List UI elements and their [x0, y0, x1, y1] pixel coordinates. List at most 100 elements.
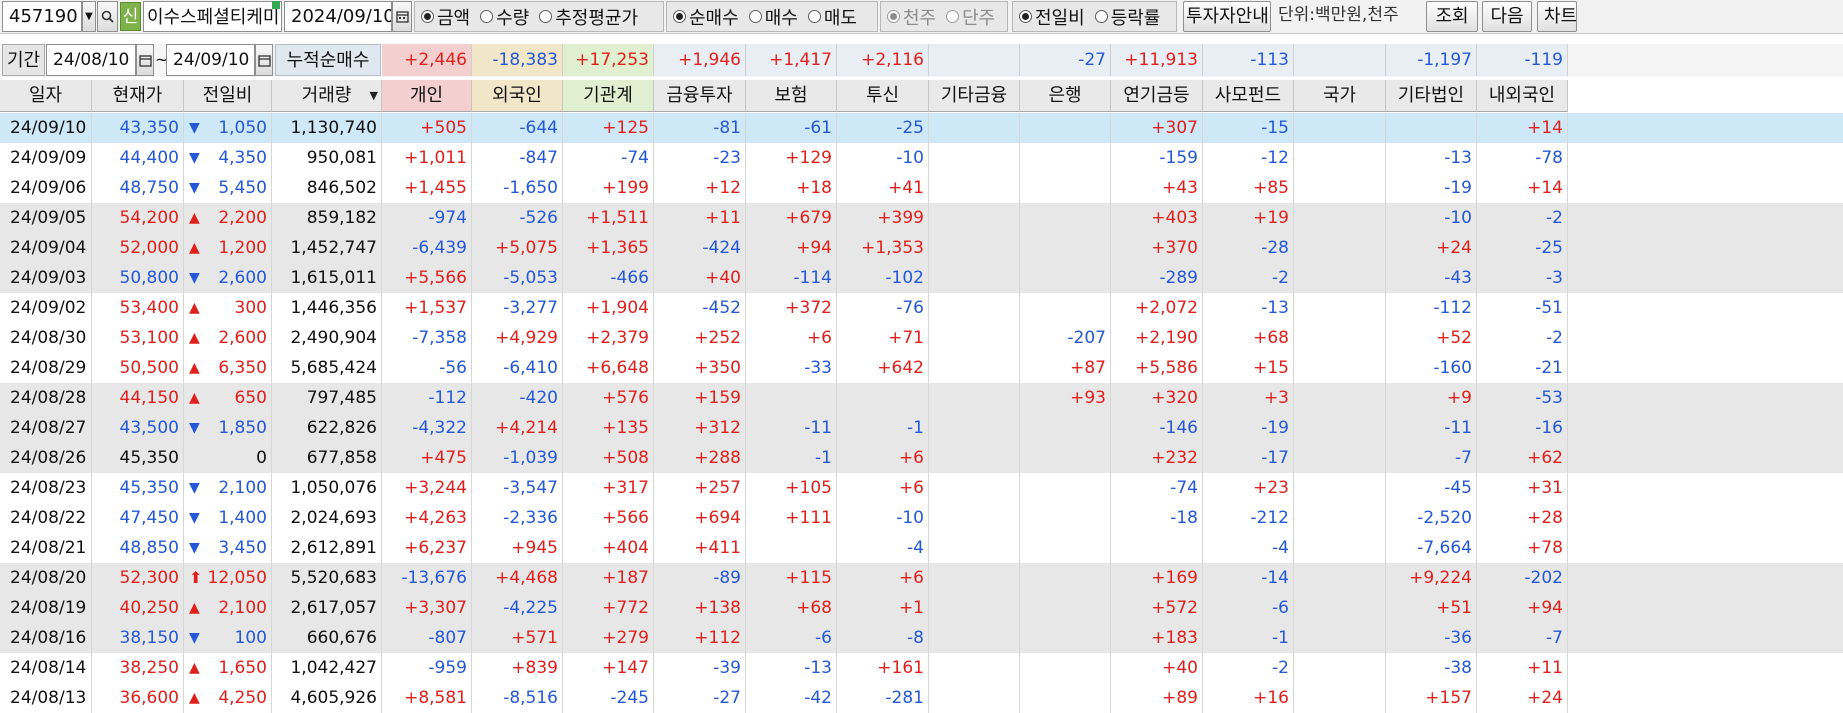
cell-bank	[1020, 113, 1111, 143]
radio-buy[interactable]: 매수	[748, 4, 798, 30]
header-foreign[interactable]: 외국인	[472, 80, 563, 112]
cell-other-finance	[929, 473, 1020, 503]
change-value: 2,100	[218, 478, 267, 498]
radio-sell[interactable]: 매도	[807, 4, 857, 30]
table-row[interactable]: 24/09/09 44,400 ▼ 4,350 950,081 +1,011 -847 -74…	[0, 143, 1843, 173]
date-picker-button[interactable]	[392, 1, 412, 32]
header-other-corporation[interactable]: 기타법인	[1386, 80, 1477, 112]
stock-code-input[interactable]: 457190	[2, 1, 82, 32]
cell-government	[1294, 323, 1386, 353]
cell-government	[1294, 413, 1386, 443]
table-row[interactable]: 24/08/16 38,150 ▼ 100 660,676 -807 +571 +279 +11…	[0, 623, 1843, 653]
table-row[interactable]: 24/08/29 50,500 ▲ 6,350 5,685,424 -56 -6,410 +6…	[0, 353, 1843, 383]
search-button[interactable]	[97, 1, 118, 32]
date-input[interactable]: 2024/09/10	[284, 1, 392, 32]
table-row[interactable]: 24/08/30 53,100 ▲ 2,600 2,490,904 -7,358 +4,92…	[0, 323, 1843, 353]
period-start-input[interactable]: 24/08/10	[46, 44, 136, 76]
table-row[interactable]: 24/09/05 54,200 ▲ 2,200 859,182 -974 -526 +1,51…	[0, 203, 1843, 233]
header-date[interactable]: 일자	[0, 80, 92, 112]
header-label: 은행	[1048, 85, 1082, 106]
table-row[interactable]: 24/09/06 48,750 ▼ 5,450 846,502 +1,455 -1,650 +…	[0, 173, 1843, 203]
cell-bank	[1020, 203, 1111, 233]
cell-bank	[1020, 233, 1111, 263]
table-row[interactable]: 24/09/10 43,350 ▼ 1,050 1,130,740 +505 -644 +12…	[0, 113, 1843, 143]
cell-date: 24/08/16	[0, 623, 92, 653]
radio-quantity[interactable]: 수량	[480, 4, 529, 30]
cell-domestic-foreigner: -3	[1477, 263, 1568, 293]
cell-bank	[1020, 443, 1111, 473]
cell-investment-trust: -102	[837, 263, 929, 293]
cell-price: 53,400	[92, 293, 184, 323]
period-end-calendar-button[interactable]	[255, 44, 273, 76]
header-volume[interactable]: 거래량 ▼	[272, 80, 382, 112]
cell-insurance: +105	[746, 473, 837, 503]
cell-volume: 1,446,356	[272, 293, 382, 323]
change-value: 5,450	[218, 178, 267, 198]
triangle-down-icon: ▼	[189, 420, 200, 436]
table-row[interactable]: 24/08/22 47,450 ▼ 1,400 2,024,693 +4,263 -2,33…	[0, 503, 1843, 533]
table-row[interactable]: 24/08/23 45,350 ▼ 2,100 1,050,076 +3,244 -3,54…	[0, 473, 1843, 503]
sort-dropdown-icon[interactable]: ▼	[370, 80, 378, 112]
period-end-input[interactable]: 24/09/10	[166, 44, 255, 76]
radio-net-buy[interactable]: 순매수	[673, 4, 739, 30]
header-government[interactable]: 국가	[1294, 80, 1386, 112]
header-personal[interactable]: 개인	[382, 80, 472, 112]
period-start-calendar-button[interactable]	[136, 44, 154, 76]
next-button[interactable]: 다음	[1482, 1, 1532, 32]
cell-private-equity: -13	[1203, 293, 1294, 323]
cell-volume: 622,826	[272, 413, 382, 443]
header-domestic-foreigner[interactable]: 내외국인	[1477, 80, 1568, 112]
header-financial-investment[interactable]: 금융투자	[654, 80, 746, 112]
radio-single-shares[interactable]: 단주	[946, 4, 995, 30]
cell-domestic-foreigner: +14	[1477, 173, 1568, 203]
query-button[interactable]: 조회	[1426, 1, 1478, 32]
header-label: 기관계	[583, 85, 633, 106]
table-row[interactable]: 24/08/14 38,250 ▲ 1,650 1,042,427 -959 +839 +14…	[0, 653, 1843, 683]
cell-other-finance	[929, 623, 1020, 653]
table-row[interactable]: 24/08/19 40,250 ▲ 2,100 2,617,057 +3,307 -4,22…	[0, 593, 1843, 623]
cell-government	[1294, 113, 1386, 143]
table-row[interactable]: 24/08/27 43,500 ▼ 1,850 622,826 -4,322 +4,214 +…	[0, 413, 1843, 443]
table-row[interactable]: 24/09/02 53,400 ▲ 300 1,446,356 +1,537 -3,277 +…	[0, 293, 1843, 323]
radio-amount[interactable]: 금액	[421, 4, 470, 30]
top-toolbar: 457190 ▼ 신 이수스페셜티케미 2024/09/10 금액 수량 추정평…	[0, 0, 1843, 34]
header-insurance[interactable]: 보험	[746, 80, 837, 112]
period-label: 기간	[2, 44, 45, 76]
cumulative-total-bank: -27	[1020, 44, 1111, 76]
cell-government	[1294, 293, 1386, 323]
chart-button[interactable]: 차트	[1537, 1, 1577, 32]
radio-change-rate[interactable]: 등락률	[1094, 4, 1160, 30]
header-institution[interactable]: 기관계	[563, 80, 654, 112]
header-pension[interactable]: 연기금등	[1111, 80, 1203, 112]
investor-guide-button[interactable]: 투자자안내	[1183, 1, 1271, 32]
table-row[interactable]: 24/08/26 45,350 0 677,858 +475 -1,039 +508 +288…	[0, 443, 1843, 473]
table-row[interactable]: 24/08/20 52,300 ⬆ 12,050 5,520,683 -13,676 +4,…	[0, 563, 1843, 593]
cell-insurance: +6	[746, 323, 837, 353]
header-investment-trust[interactable]: 투신	[837, 80, 929, 112]
cell-institution: +772	[563, 593, 654, 623]
triangle-up-icon: ▲	[189, 390, 200, 406]
radio-thousand-shares[interactable]: 천주	[887, 4, 936, 30]
header-price[interactable]: 현재가	[92, 80, 184, 112]
table-row[interactable]: 24/09/04 52,000 ▲ 1,200 1,452,747 -6,439 +5,07…	[0, 233, 1843, 263]
header-other-finance[interactable]: 기타금융	[929, 80, 1020, 112]
table-row[interactable]: 24/09/03 50,800 ▼ 2,600 1,615,011 +5,566 -5,05…	[0, 263, 1843, 293]
cell-bank: +93	[1020, 383, 1111, 413]
radio-estimated-avg[interactable]: 추정평균가	[539, 4, 638, 30]
header-bank[interactable]: 은행	[1020, 80, 1111, 112]
header-change[interactable]: 전일비	[184, 80, 272, 112]
cell-other-corporation: -36	[1386, 623, 1477, 653]
cell-institution: +576	[563, 383, 654, 413]
cell-institution: +6,648	[563, 353, 654, 383]
cell-pension: +2,190	[1111, 323, 1203, 353]
cumulative-total-foreign: -18,383	[472, 44, 563, 76]
table-row[interactable]: 24/08/28 44,150 ▲ 650 797,485 -112 -420 +576 +15…	[0, 383, 1843, 413]
cell-other-finance	[929, 413, 1020, 443]
cell-volume: 846,502	[272, 173, 382, 203]
header-private-equity[interactable]: 사모펀드	[1203, 80, 1294, 112]
radio-prev-day[interactable]: 전일비	[1019, 4, 1085, 30]
table-row[interactable]: 24/08/21 48,850 ▼ 3,450 2,612,891 +6,237 +945 +…	[0, 533, 1843, 563]
code-dropdown-button[interactable]: ▼	[82, 1, 96, 32]
cell-insurance: -11	[746, 413, 837, 443]
cell-institution: +187	[563, 563, 654, 593]
